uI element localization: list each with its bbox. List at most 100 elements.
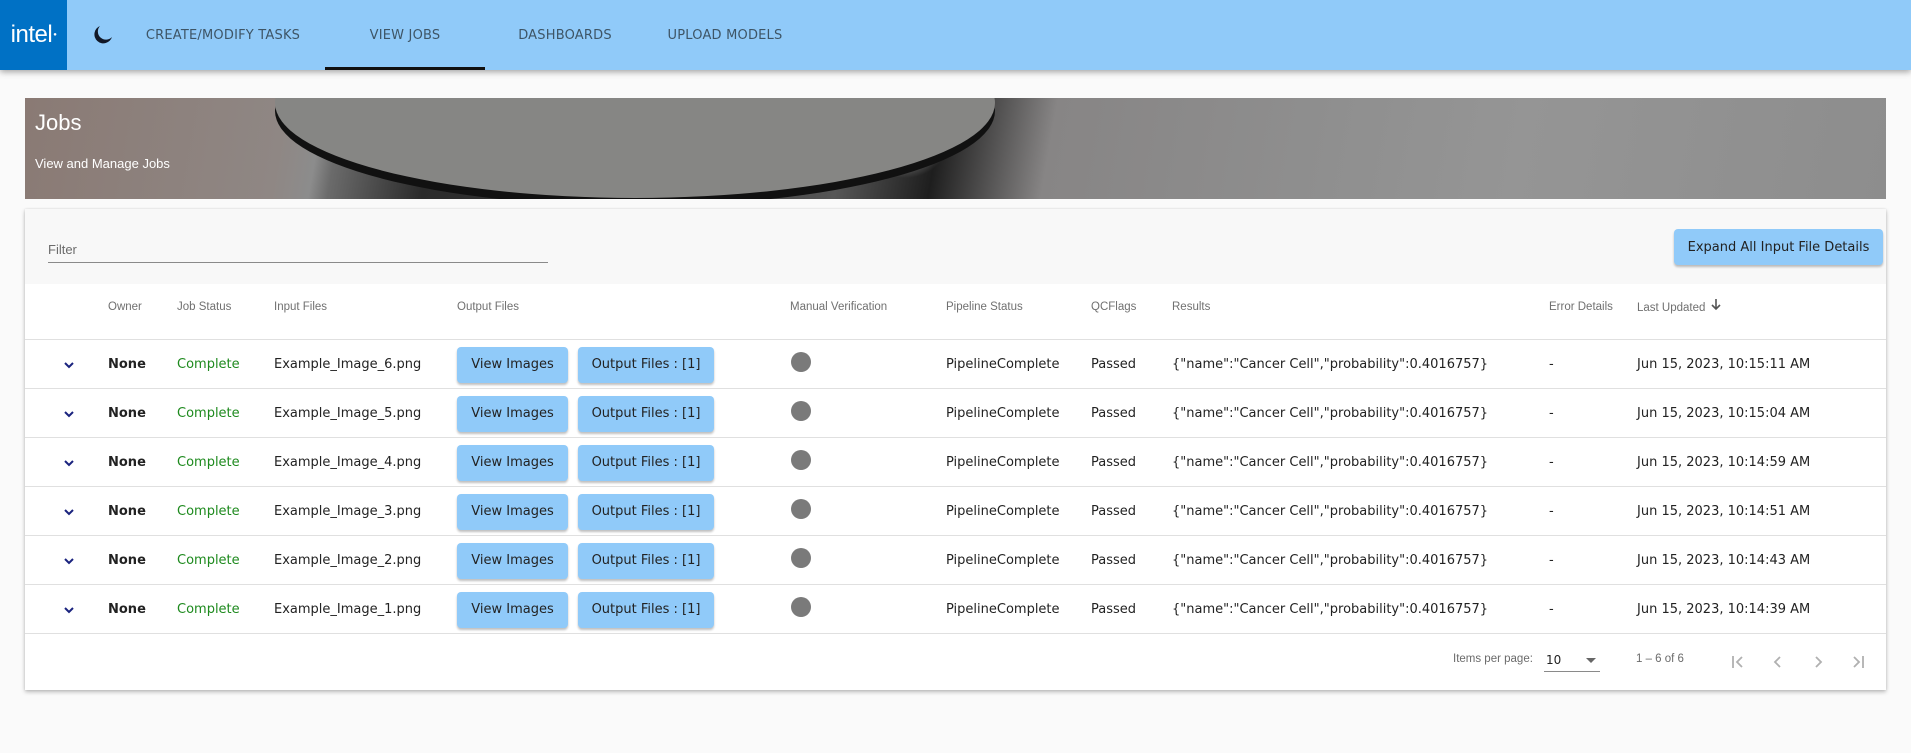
pipeline-status-cell: PipelineComplete — [946, 406, 1060, 421]
expand-row-button[interactable] — [62, 536, 76, 585]
expand-row-button[interactable] — [62, 389, 76, 438]
column-header-owner[interactable]: Owner — [108, 285, 142, 340]
tab-label: UPLOAD MODELS — [667, 27, 783, 43]
job-status-cell: Complete — [177, 553, 240, 568]
table-header-row: Owner Job Status Input Files Output File… — [25, 285, 1886, 340]
output-files-button[interactable]: Output Files : [1] — [578, 542, 714, 579]
column-header-results[interactable]: Results — [1172, 285, 1210, 340]
owner-cell: None — [108, 455, 146, 470]
column-header-manual-verification[interactable]: Manual Verification — [790, 285, 887, 340]
chevron-right-icon — [1815, 656, 1823, 668]
filter-toolbar: Expand All Input File Details — [25, 209, 1886, 284]
column-header-output-files[interactable]: Output Files — [457, 285, 519, 340]
view-images-button[interactable]: View Images — [457, 395, 568, 432]
pipeline-status-cell: PipelineComplete — [946, 357, 1060, 372]
next-page-button[interactable] — [1804, 648, 1832, 676]
column-header-job-status[interactable]: Job Status — [177, 285, 231, 340]
chevron-down-icon — [64, 557, 74, 564]
job-status-cell: Complete — [177, 357, 240, 372]
results-cell: {"name":"Cancer Cell","probability":0.40… — [1172, 602, 1489, 617]
output-files-button[interactable]: Output Files : [1] — [578, 444, 714, 481]
column-header-error-details[interactable]: Error Details — [1549, 285, 1613, 340]
last-updated-cell: Jun 15, 2023, 10:15:11 AM — [1637, 357, 1811, 372]
tab-label: VIEW JOBS — [369, 27, 441, 43]
items-per-page-select[interactable]: 10 — [1544, 647, 1600, 672]
expand-row-button[interactable] — [62, 340, 76, 389]
results-cell: {"name":"Cancer Cell","probability":0.40… — [1172, 553, 1489, 568]
table-body: None Complete Example_Image_6.png View I… — [25, 340, 1886, 634]
tab-dashboards[interactable]: DASHBOARDS — [485, 0, 645, 70]
column-header-label: Last Updated — [1637, 302, 1706, 314]
page-banner: Jobs View and Manage Jobs — [25, 98, 1886, 199]
results-cell: {"name":"Cancer Cell","probability":0.40… — [1172, 357, 1489, 372]
items-per-page-value: 10 — [1546, 653, 1562, 667]
expand-row-button[interactable] — [62, 438, 76, 487]
arrow-down-icon[interactable] — [1711, 285, 1721, 329]
table-row: None Complete Example_Image_6.png View I… — [25, 340, 1886, 389]
manual-verification-cell — [791, 340, 811, 389]
first-page-button[interactable] — [1724, 648, 1752, 676]
view-images-button[interactable]: View Images — [457, 542, 568, 579]
tab-create-modify-tasks[interactable]: CREATE/MODIFY TASKS — [130, 0, 316, 70]
pipeline-status-cell: PipelineComplete — [946, 553, 1060, 568]
filter-input[interactable] — [48, 237, 548, 263]
output-files-button[interactable]: Output Files : [1] — [578, 395, 714, 432]
view-images-button[interactable]: View Images — [457, 591, 568, 628]
error-details-cell: - — [1549, 406, 1554, 421]
table-row: None Complete Example_Image_3.png View I… — [25, 487, 1886, 536]
manual-verification-cell — [791, 536, 811, 585]
column-header-qcflags[interactable]: QCFlags — [1091, 285, 1136, 340]
qcflags-cell: Passed — [1091, 357, 1137, 372]
last-updated-cell: Jun 15, 2023, 10:14:39 AM — [1637, 602, 1811, 617]
chevron-down-icon — [64, 361, 74, 368]
results-cell: {"name":"Cancer Cell","probability":0.40… — [1172, 406, 1489, 421]
previous-page-button[interactable] — [1764, 648, 1792, 676]
input-file-cell: Example_Image_6.png — [274, 357, 422, 372]
table-row: None Complete Example_Image_2.png View I… — [25, 536, 1886, 585]
logo-dot: ● — [53, 32, 57, 38]
first-page-icon — [1732, 656, 1743, 668]
dropdown-caret-icon — [1586, 658, 1596, 663]
tab-view-jobs[interactable]: VIEW JOBS — [325, 0, 485, 70]
results-cell: {"name":"Cancer Cell","probability":0.40… — [1172, 455, 1489, 470]
job-status-cell: Complete — [177, 602, 240, 617]
error-details-cell: - — [1549, 553, 1554, 568]
owner-cell: None — [108, 602, 146, 617]
last-updated-cell: Jun 15, 2023, 10:15:04 AM — [1637, 406, 1811, 421]
results-cell: {"name":"Cancer Cell","probability":0.40… — [1172, 504, 1489, 519]
job-status-cell: Complete — [177, 406, 240, 421]
column-header-pipeline-status[interactable]: Pipeline Status — [946, 285, 1023, 340]
chevron-down-icon — [64, 459, 74, 466]
input-file-cell: Example_Image_5.png — [274, 406, 422, 421]
expand-all-input-file-details-button[interactable]: Expand All Input File Details — [1674, 229, 1883, 265]
top-nav-bar: intel ● CREATE/MODIFY TASKS VIEW JOBS DAS… — [0, 0, 1911, 70]
paginator: Items per page: 10 1 – 6 of 6 — [25, 634, 1886, 690]
verification-status-dot — [791, 547, 811, 568]
column-header-input-files[interactable]: Input Files — [274, 285, 327, 340]
jobs-table: Owner Job Status Input Files Output File… — [25, 285, 1886, 634]
expand-row-button[interactable] — [62, 487, 76, 536]
view-images-button[interactable]: View Images — [457, 346, 568, 383]
intel-logo[interactable]: intel ● — [0, 0, 67, 70]
output-files-cell: View Images Output Files : [1] — [457, 487, 714, 536]
input-file-cell: Example_Image_1.png — [274, 602, 422, 617]
last-updated-cell: Jun 15, 2023, 10:14:43 AM — [1637, 553, 1811, 568]
owner-cell: None — [108, 553, 146, 568]
output-files-button[interactable]: Output Files : [1] — [578, 493, 714, 530]
column-header-last-updated[interactable]: Last Updated — [1637, 285, 1721, 340]
verification-status-dot — [791, 498, 811, 519]
output-files-button[interactable]: Output Files : [1] — [578, 346, 714, 383]
output-files-cell: View Images Output Files : [1] — [457, 585, 714, 634]
view-images-button[interactable]: View Images — [457, 444, 568, 481]
tab-upload-models[interactable]: UPLOAD MODELS — [645, 0, 805, 70]
jobs-card: Expand All Input File Details Owner Job … — [25, 209, 1886, 690]
chevron-down-icon — [64, 606, 74, 613]
last-page-button[interactable] — [1844, 648, 1872, 676]
moon-icon[interactable] — [91, 23, 115, 47]
tab-label: DASHBOARDS — [518, 27, 612, 43]
expand-row-button[interactable] — [62, 585, 76, 634]
output-files-button[interactable]: Output Files : [1] — [578, 591, 714, 628]
job-status-cell: Complete — [177, 455, 240, 470]
output-files-cell: View Images Output Files : [1] — [457, 389, 714, 438]
view-images-button[interactable]: View Images — [457, 493, 568, 530]
